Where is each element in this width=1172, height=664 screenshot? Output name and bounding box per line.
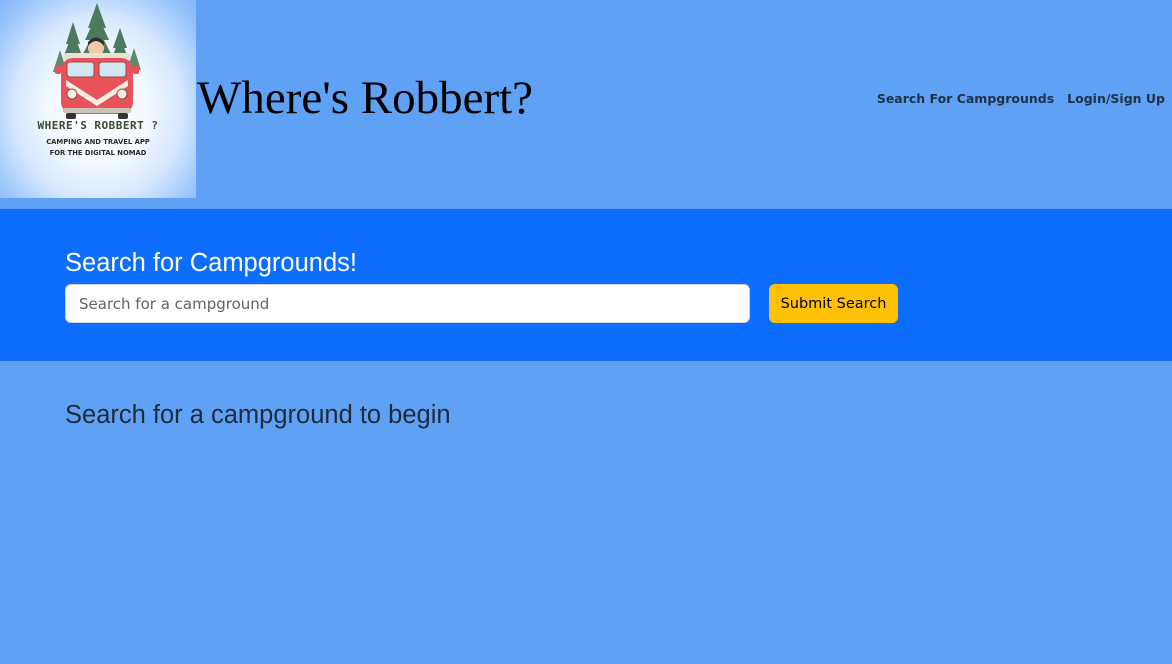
- nav-link-login-signup[interactable]: Login/Sign Up: [1067, 90, 1165, 108]
- empty-results-message: Search for a campground to begin: [65, 401, 451, 429]
- camper-van-logo-icon: [53, 3, 141, 119]
- logo-tagline-line2: FOR THE DIGITAL NOMAD: [49, 149, 147, 157]
- logo-title-text: WHERE'S ROBBERT ?: [37, 119, 159, 132]
- logo-tagline-line1: CAMPING AND TRAVEL APP: [46, 138, 150, 146]
- nav-link-search-campgrounds[interactable]: Search For Campgrounds: [877, 90, 1054, 108]
- search-heading: Search for Campgrounds!: [65, 249, 357, 277]
- site-title: Where's Robbert?: [197, 72, 534, 124]
- submit-search-button[interactable]: Submit Search: [769, 284, 898, 323]
- top-nav: Search For Campgrounds Login/Sign Up: [877, 90, 1165, 108]
- search-banner: Search for Campgrounds! Submit Search: [0, 209, 1172, 361]
- logo[interactable]: WHERE'S ROBBERT ? CAMPING AND TRAVEL APP…: [0, 0, 196, 198]
- site-header: WHERE'S ROBBERT ? CAMPING AND TRAVEL APP…: [0, 0, 1172, 209]
- search-input[interactable]: [65, 284, 750, 323]
